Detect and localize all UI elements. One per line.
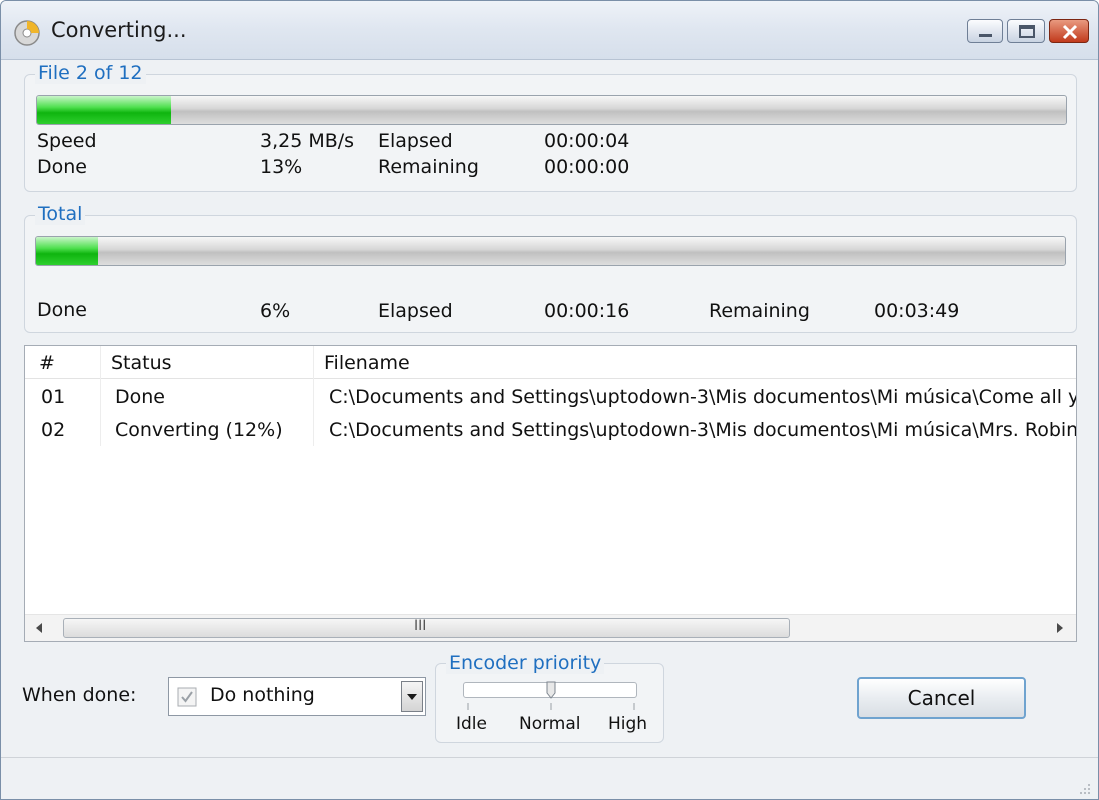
total-elapsed-value: 00:00:16 (544, 300, 630, 322)
total-remaining-value: 00:03:49 (874, 300, 960, 322)
minimize-icon (979, 34, 992, 37)
row-status: Done (115, 386, 165, 408)
file-done-value: 13% (260, 156, 303, 178)
total-progress-bar (35, 236, 1066, 266)
dialog-body: File 2 of 12 Speed 3,25 MB/s Elapsed 00:… (1, 60, 1098, 799)
chevron-down-icon (407, 694, 417, 700)
file-remaining-value: 00:00:00 (544, 156, 630, 178)
total-done-label: Done (37, 299, 87, 321)
close-icon (1062, 24, 1078, 40)
file-elapsed-value: 00:00:04 (544, 130, 630, 152)
total-progress-group: Total Done 6% Elapsed 00:00:16 Remaining… (24, 203, 1077, 333)
file-done-label: Done (37, 156, 87, 178)
scroll-right-icon[interactable] (1054, 621, 1066, 635)
file-progress-bar (36, 95, 1067, 125)
dropdown-button[interactable] (401, 681, 423, 712)
slider-ticks (467, 703, 635, 710)
minimize-button[interactable] (967, 19, 1003, 43)
window-title: Converting... (51, 18, 187, 42)
slider-thumb[interactable] (546, 681, 556, 699)
row-number: 01 (41, 386, 66, 408)
maximize-icon (1019, 25, 1035, 38)
title-bar[interactable]: Converting... (1, 1, 1098, 60)
encoder-priority-legend: Encoder priority (446, 652, 605, 674)
resize-grip-icon[interactable] (1076, 780, 1092, 796)
row-number: 02 (41, 419, 66, 441)
file-elapsed-label: Elapsed (378, 130, 453, 152)
close-button[interactable] (1049, 19, 1089, 43)
checkbox-icon (177, 687, 197, 707)
column-number[interactable]: # (39, 352, 55, 374)
maximize-button[interactable] (1007, 19, 1045, 43)
status-bar (1, 757, 1098, 799)
scrollbar-thumb[interactable]: III (63, 618, 790, 638)
total-done-value: 6% (260, 300, 291, 322)
horizontal-scrollbar[interactable]: III (25, 614, 1076, 641)
column-status[interactable]: Status (111, 352, 172, 374)
total-elapsed-label: Elapsed (378, 300, 453, 322)
priority-idle-label: Idle (456, 714, 487, 734)
scrollbar-grip: III (414, 618, 427, 634)
speed-label: Speed (37, 130, 97, 152)
file-list-header: # Status Filename (25, 346, 1076, 379)
list-item[interactable]: 02 Converting (12%) C:\Documents and Set… (25, 413, 1076, 447)
disc-icon (14, 20, 40, 46)
file-group-legend: File 2 of 12 (35, 62, 146, 84)
cancel-button[interactable]: Cancel (857, 677, 1026, 719)
row-status: Converting (12%) (115, 419, 283, 441)
when-done-value: Do nothing (210, 684, 315, 706)
file-remaining-label: Remaining (378, 156, 479, 178)
converting-dialog: Converting... File 2 of 12 Speed 3,25 MB… (0, 0, 1099, 800)
scroll-left-icon[interactable] (33, 621, 45, 635)
file-progress-fill (37, 96, 171, 124)
when-done-label: When done: (22, 684, 137, 706)
total-remaining-label: Remaining (709, 300, 810, 322)
file-list[interactable]: # Status Filename 01 Done C:\Documents a… (24, 345, 1077, 642)
total-progress-fill (36, 237, 98, 265)
priority-normal-label: Normal (519, 714, 581, 734)
row-filename: C:\Documents and Settings\uptodown-3\Mis… (329, 386, 1077, 408)
total-group-legend: Total (35, 203, 86, 225)
file-progress-group: File 2 of 12 Speed 3,25 MB/s Elapsed 00:… (24, 62, 1077, 192)
priority-high-label: High (608, 714, 648, 734)
column-filename[interactable]: Filename (324, 352, 410, 374)
speed-value: 3,25 MB/s (260, 130, 355, 152)
when-done-dropdown[interactable]: Do nothing (168, 677, 426, 716)
list-item[interactable]: 01 Done C:\Documents and Settings\uptodo… (25, 380, 1076, 414)
row-filename: C:\Documents and Settings\uptodown-3\Mis… (329, 419, 1077, 441)
